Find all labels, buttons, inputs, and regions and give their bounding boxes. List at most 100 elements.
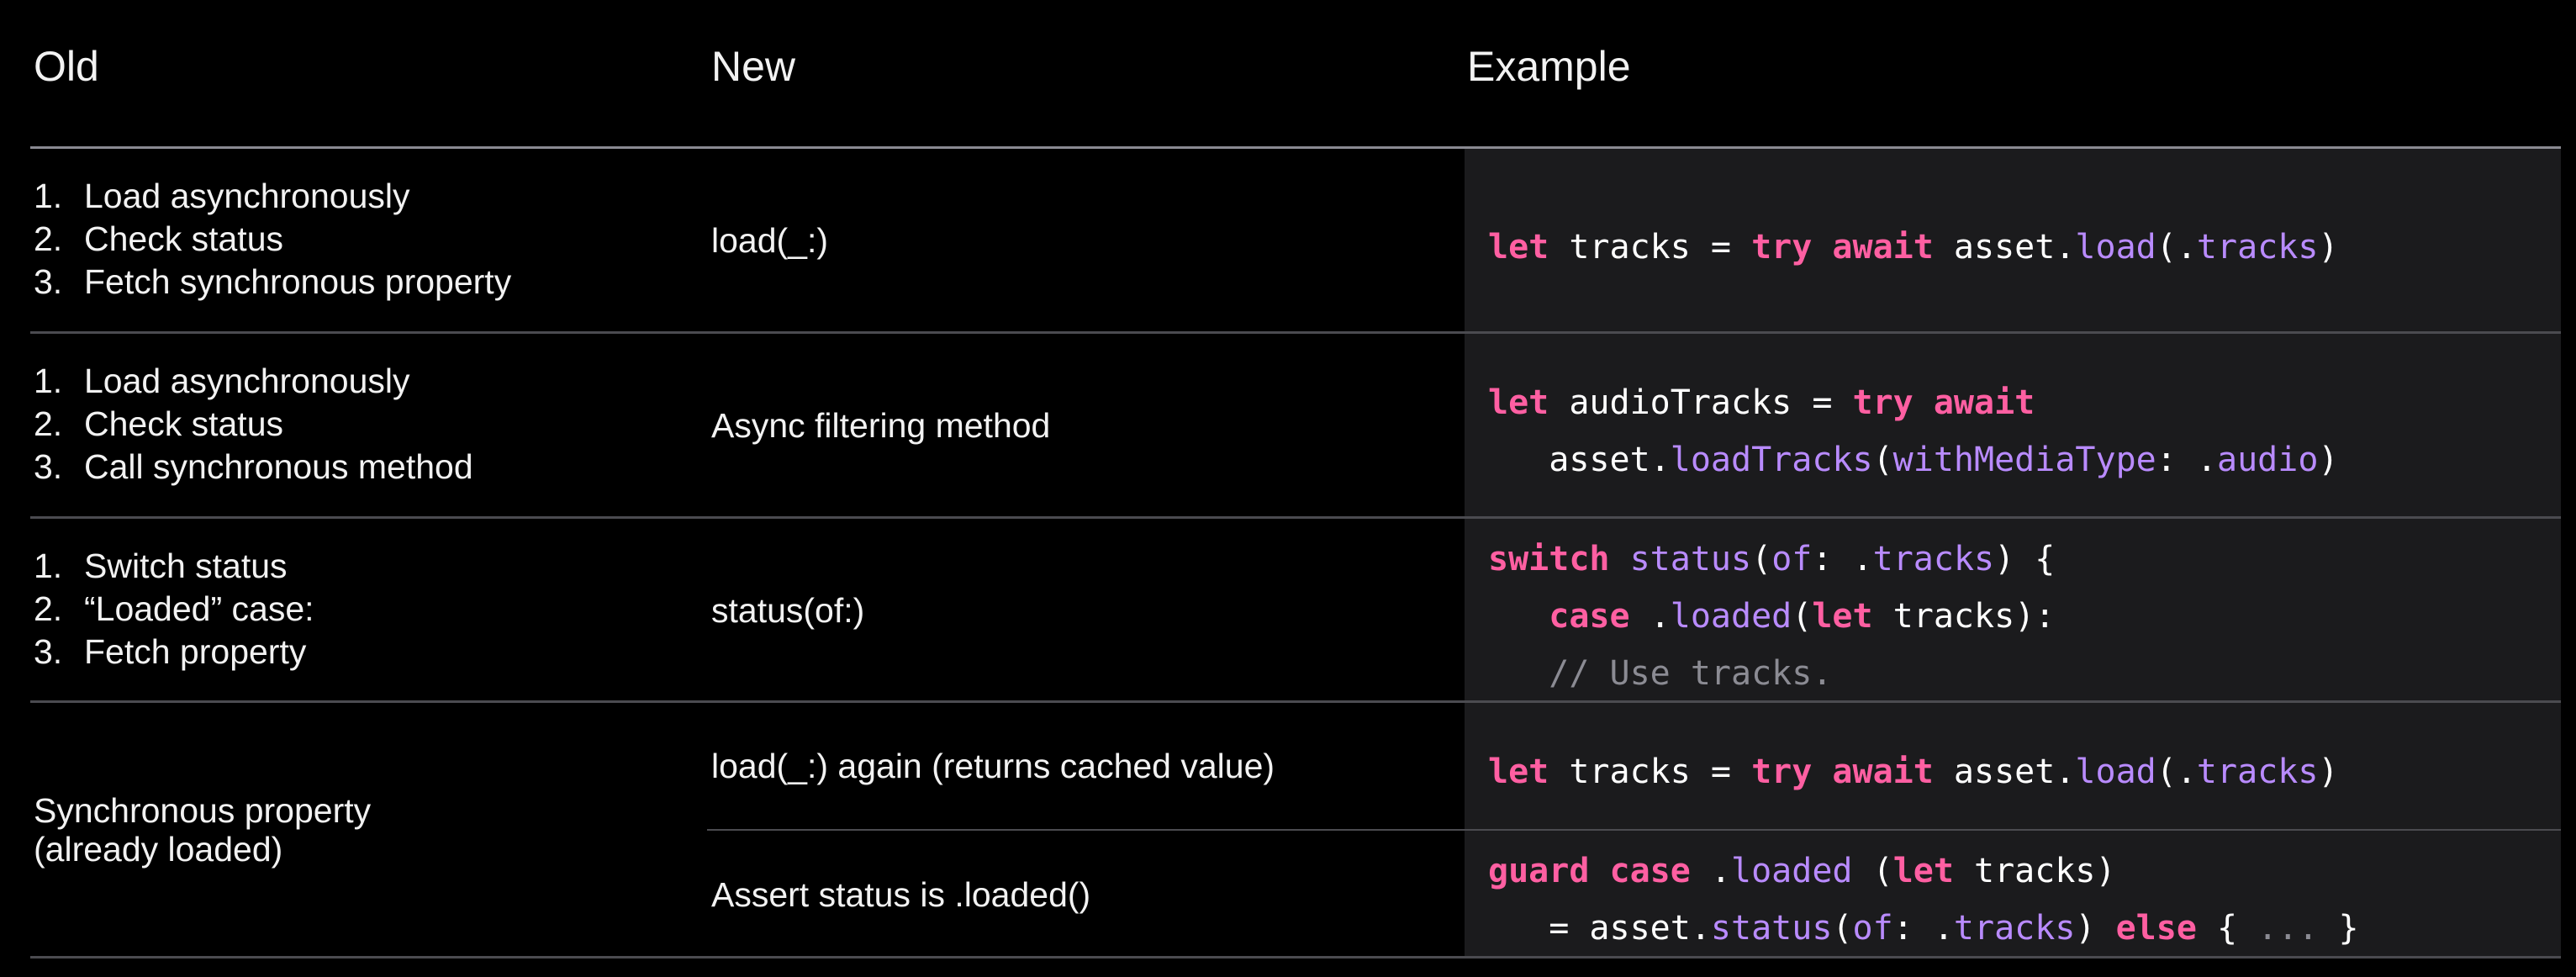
code-token: { xyxy=(2196,909,2258,948)
code-token: else xyxy=(2115,909,2197,948)
code-token: tracks = xyxy=(1549,228,1752,267)
code-example: guard case .loaded (let tracks) = asset.… xyxy=(1488,842,2359,957)
code-token: tracks xyxy=(2196,753,2319,791)
list-item: 1. Load asynchronously xyxy=(34,177,410,215)
code-line: let tracks = try await asset.load(.track… xyxy=(1488,743,2339,800)
code-token: ( xyxy=(1792,597,1813,636)
code-token: guard xyxy=(1488,852,1590,890)
old-description: (already loaded) xyxy=(34,830,283,869)
code-token: tracks xyxy=(1872,540,1995,578)
code-token: let xyxy=(1488,228,1549,267)
code-token: = asset. xyxy=(1488,909,1711,948)
list-item: 3. Fetch synchronous property xyxy=(34,262,512,301)
code-token: loaded xyxy=(1670,597,1792,636)
code-token: : . xyxy=(2156,441,2217,479)
code-token: ) xyxy=(2318,753,2339,791)
code-token: : . xyxy=(1812,540,1873,578)
code-token: ) xyxy=(2318,441,2339,479)
list-item: 3. Fetch property xyxy=(34,632,307,671)
code-token: switch xyxy=(1488,540,1610,578)
list-item: 1. Switch status xyxy=(34,547,288,585)
code-token: let xyxy=(1488,753,1549,791)
header-example: Example xyxy=(1467,43,1631,90)
old-steps-list: 1. Switch status 2. “Loaded” case: 3. Fetch… xyxy=(34,545,314,673)
code-line: = asset.status(of: .tracks) else { ... } xyxy=(1488,900,2358,957)
code-token: let xyxy=(1892,852,1954,890)
list-item: 3. Call synchronous method xyxy=(34,447,473,486)
code-token: ( xyxy=(1872,441,1893,479)
code-line: let tracks = try await asset.load(.track… xyxy=(1488,219,2339,276)
code-token: asset. xyxy=(1933,228,2076,267)
code-token: tracks = xyxy=(1549,753,1752,791)
code-token: ) xyxy=(2075,909,2116,948)
row-divider xyxy=(30,516,2561,519)
code-token: status xyxy=(1629,540,1752,578)
code-token: ... xyxy=(2257,909,2319,948)
code-token: ( xyxy=(1751,540,1772,578)
code-token: await xyxy=(1832,228,1934,267)
list-item: 1. Load asynchronously xyxy=(34,362,410,400)
header-new: New xyxy=(711,43,796,90)
code-token: . xyxy=(1690,852,1732,890)
new-api-label: Assert status is .loaded() xyxy=(711,875,1091,914)
code-token: tracks xyxy=(1953,909,2076,948)
code-token: case xyxy=(1549,597,1630,636)
code-token: loadTracks xyxy=(1670,441,1873,479)
code-token: ( xyxy=(1852,852,1893,890)
code-line: asset.loadTracks(withMediaType: .audio) xyxy=(1488,431,2339,488)
old-steps-list: 1. Load asynchronously 2. Check status 3. F… xyxy=(34,175,511,304)
code-token: status xyxy=(1710,909,1833,948)
code-token: withMediaType xyxy=(1892,441,2156,479)
code-token: await xyxy=(1933,383,2035,422)
code-token: ( xyxy=(1832,909,1853,948)
code-token: : . xyxy=(1892,909,1954,948)
code-token: await xyxy=(1832,753,1934,791)
code-line: switch status(of: .tracks) { xyxy=(1488,531,2055,588)
code-token: load xyxy=(2075,228,2156,267)
code-line: guard case .loaded (let tracks) xyxy=(1488,842,2359,900)
code-token: // Use tracks. xyxy=(1488,654,1833,693)
row-divider xyxy=(30,700,2561,703)
code-token: . xyxy=(1629,597,1671,636)
new-api-label: Async filtering method xyxy=(711,406,1051,445)
code-token: ) xyxy=(2318,228,2339,267)
code-token: loaded xyxy=(1731,852,1853,890)
old-description: Synchronous property xyxy=(34,791,372,830)
new-api-label: load(_:) xyxy=(711,221,829,260)
row-divider xyxy=(30,331,2561,334)
header-divider xyxy=(30,146,2561,149)
code-line: let audioTracks = try await xyxy=(1488,374,2339,431)
list-item: 2. “Loaded” case: xyxy=(34,589,314,628)
code-token: let xyxy=(1812,597,1873,636)
code-line: // Use tracks. xyxy=(1488,645,2055,702)
code-token: try xyxy=(1751,753,1813,791)
code-token: case xyxy=(1609,852,1691,890)
old-steps-list: 1. Load asynchronously 2. Check status 3. C… xyxy=(34,360,473,488)
code-token: tracks): xyxy=(1872,597,2056,636)
code-example: let tracks = try await asset.load(.track… xyxy=(1488,219,2339,276)
code-token: load xyxy=(2075,753,2156,791)
code-token: asset. xyxy=(1488,441,1671,479)
code-example: let tracks = try await asset.load(.track… xyxy=(1488,743,2339,800)
list-item: 2. Check status xyxy=(34,219,283,258)
code-line: case .loaded(let tracks): xyxy=(1488,588,2055,645)
code-token: asset. xyxy=(1933,753,2076,791)
header-old: Old xyxy=(34,43,99,90)
code-example: switch status(of: .tracks) { case .loade… xyxy=(1488,531,2055,702)
list-item: 2. Check status xyxy=(34,404,283,443)
code-token: ) { xyxy=(1994,540,2056,578)
code-token: audio xyxy=(2217,441,2319,479)
new-api-label: load(_:) again (returns cached value) xyxy=(711,747,1275,785)
code-token: of xyxy=(1852,909,1893,948)
code-token: try xyxy=(1852,383,1914,422)
code-token: (. xyxy=(2156,753,2197,791)
code-token: of xyxy=(1771,540,1813,578)
new-api-label: status(of:) xyxy=(711,591,865,630)
sub-row-divider xyxy=(707,829,2561,831)
